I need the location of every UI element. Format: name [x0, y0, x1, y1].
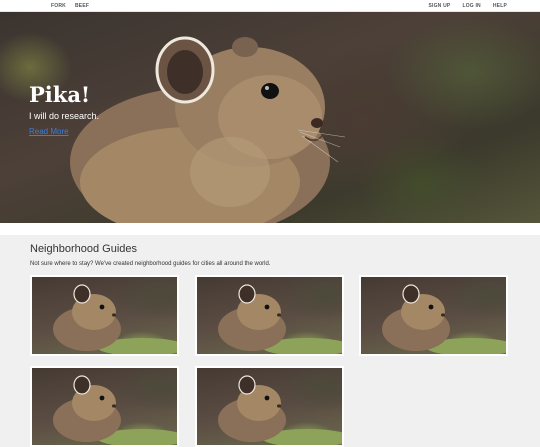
- guide-card-image: [32, 368, 177, 445]
- section-heading: Neighborhood Guides: [30, 243, 138, 255]
- guide-card[interactable]: [30, 366, 179, 447]
- nav-link-fork[interactable]: FORK: [51, 3, 66, 9]
- guide-card[interactable]: [359, 275, 508, 356]
- guide-card[interactable]: [30, 275, 179, 356]
- pika-thumbnail: [53, 375, 177, 445]
- section-description: Not sure where to stay? We've created ne…: [30, 261, 271, 267]
- read-more-link[interactable]: Read More: [29, 127, 69, 136]
- hero-title: Pika!: [29, 82, 91, 107]
- guide-card-image: [32, 277, 177, 354]
- nav-right-group: SIGN UP LOG IN HELP: [428, 3, 507, 9]
- top-navigation-bar: FORK BEEF SIGN UP LOG IN HELP: [0, 0, 540, 12]
- pika-thumbnail: [218, 375, 342, 445]
- hero-tagline: I will do research.: [29, 111, 100, 121]
- nav-link-sign-up[interactable]: SIGN UP: [428, 3, 450, 9]
- guide-card[interactable]: [195, 275, 344, 356]
- guide-card-image: [197, 368, 342, 445]
- guide-card[interactable]: [195, 366, 344, 447]
- nav-link-help[interactable]: HELP: [493, 3, 507, 9]
- nav-link-log-in[interactable]: LOG IN: [462, 3, 480, 9]
- pika-thumbnail: [382, 284, 506, 354]
- pika-thumbnail: [218, 284, 342, 354]
- nav-left-group: FORK BEEF: [51, 3, 89, 9]
- guide-card-image: [361, 277, 506, 354]
- nav-link-beef[interactable]: BEEF: [75, 3, 89, 9]
- hero-banner: Pika! I will do research. Read More: [0, 12, 540, 223]
- pika-thumbnail: [53, 284, 177, 354]
- guide-card-image: [197, 277, 342, 354]
